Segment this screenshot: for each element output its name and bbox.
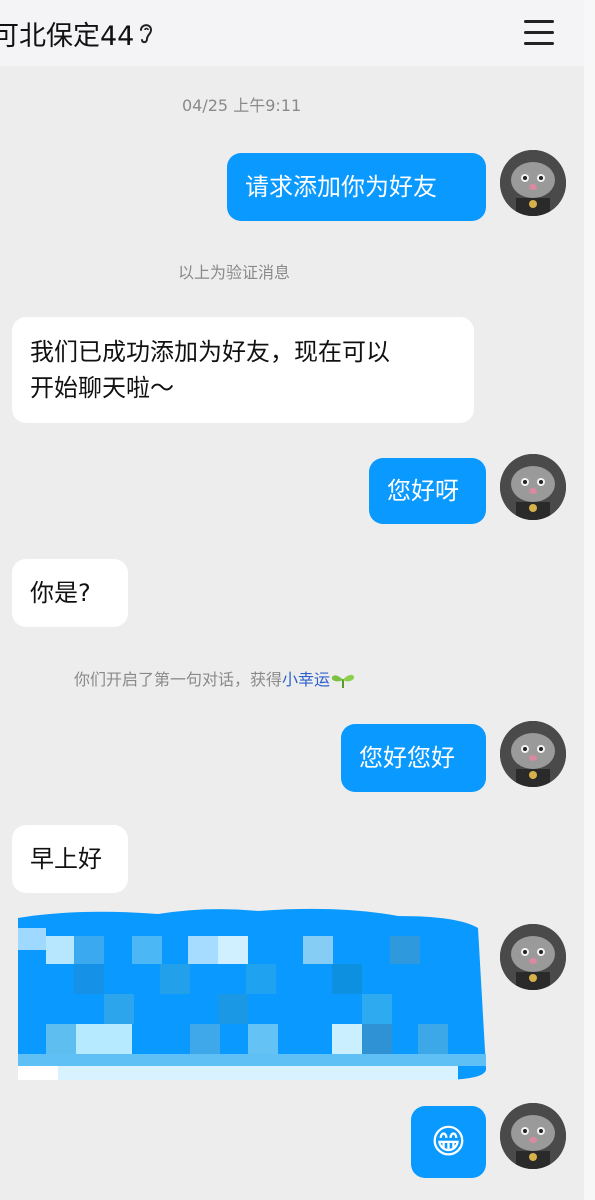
message-bubble-incoming[interactable]: 早上好 [12, 825, 128, 893]
message-timestamp: 04/25 上午9:11 [182, 96, 302, 115]
sprout-icon [331, 674, 355, 688]
chat-header: 可北保定44 [0, 0, 584, 66]
chat-title[interactable]: 可北保定44 [0, 14, 134, 53]
message-bubble-incoming[interactable]: 你是? [12, 559, 128, 627]
pixelated-message-bubble[interactable] [18, 908, 487, 1080]
emoji-message-bubble[interactable]: 😁 [411, 1106, 486, 1178]
notice-text: 你们开启了第一句对话，获得 [74, 670, 283, 689]
first-conversation-notice: 你们开启了第一句对话，获得小幸运 [74, 666, 356, 690]
message-bubble-outgoing[interactable]: 您好呀 [369, 458, 486, 524]
avatar[interactable] [500, 721, 566, 787]
scrollbar[interactable] [584, 0, 595, 1200]
message-text-line: 我们已成功添加为好友，现在可以 [30, 338, 390, 366]
cat-avatar-icon [500, 1103, 566, 1169]
verification-notice: 以上为验证消息 [178, 263, 291, 282]
cat-avatar-icon [500, 924, 566, 990]
message-bubble-outgoing[interactable]: 您好您好 [341, 724, 486, 792]
message-bubble-incoming[interactable]: 我们已成功添加为好友，现在可以 开始聊天啦～ [12, 317, 474, 423]
lucky-link[interactable]: 小幸运 [282, 670, 330, 689]
avatar[interactable] [500, 1103, 566, 1169]
avatar[interactable] [500, 924, 566, 990]
avatar[interactable] [500, 454, 566, 520]
cat-avatar-icon [500, 150, 566, 216]
message-bubble-outgoing[interactable]: 请求添加你为好友 [227, 153, 486, 221]
grinning-face-icon: 😁 [430, 1122, 467, 1162]
cat-avatar-icon [500, 454, 566, 520]
message-text-line: 开始聊天啦～ [30, 374, 174, 402]
ear-icon[interactable] [136, 20, 156, 46]
hamburger-menu-icon[interactable] [522, 20, 556, 48]
cat-avatar-icon [500, 721, 566, 787]
avatar[interactable] [500, 150, 566, 216]
pixelated-content [18, 908, 487, 1080]
